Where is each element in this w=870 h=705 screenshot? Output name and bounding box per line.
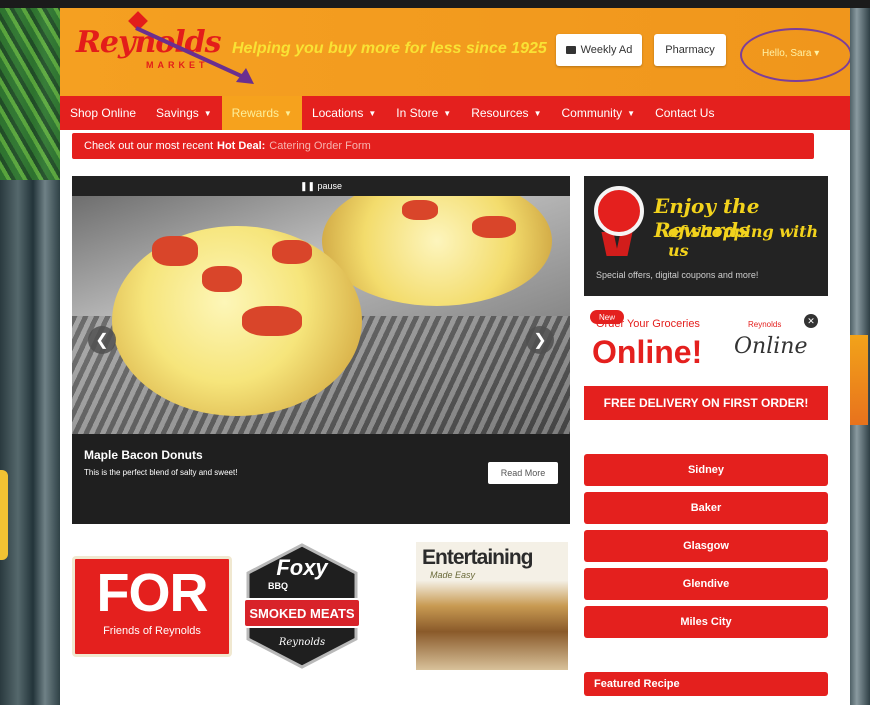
foxy-title: Foxy	[276, 555, 329, 580]
hot-deal-link[interactable]: Catering Order Form	[269, 140, 370, 152]
nav-label: Locations	[311, 106, 364, 120]
account-greeting-menu[interactable]: Hello, Sara ▾	[762, 48, 819, 59]
caret-down-icon: ▼	[627, 108, 636, 118]
foxy-brand: Reynolds	[278, 637, 325, 648]
caret-down-icon: ▼	[203, 108, 212, 118]
frame-top-border	[0, 0, 870, 8]
nav-label: Rewards	[231, 106, 280, 120]
award-ribbon-icon	[594, 186, 644, 236]
caret-down-icon: ▼	[284, 108, 292, 118]
nav-in-store[interactable]: In Store ▼	[386, 96, 461, 130]
rewards-banner[interactable]: Enjoy the Rewards of shopping with us Sp…	[584, 176, 828, 296]
slider-caption: Maple Bacon Donuts This is the perfect b…	[72, 434, 570, 524]
bacon-topping	[472, 216, 516, 238]
nav-resources[interactable]: Resources ▼	[461, 96, 551, 130]
pharmacy-label: Pharmacy	[665, 44, 715, 56]
site-header: Reynolds MARKET Helping you buy more for…	[60, 8, 850, 96]
weekly-ad-label: Weekly Ad	[580, 44, 633, 56]
nav-rewards[interactable]: Rewards ▼	[221, 96, 302, 130]
foxy-subtitle: SMOKED MEATS	[249, 606, 355, 621]
caret-down-icon: ▼	[533, 108, 542, 118]
rewards-subheadline: of shopping with us	[668, 222, 819, 260]
online-brand-mini: Reynolds	[748, 320, 782, 329]
page: Reynolds MARKET Helping you buy more for…	[60, 8, 850, 705]
hot-deal-prefix: Check out our most recent	[84, 140, 214, 152]
tagline: Helping you buy more for less since 1925	[232, 40, 547, 57]
store-button-miles-city[interactable]: Miles City	[584, 606, 828, 638]
friends-of-reynolds-promo[interactable]: FOR Friends of Reynolds	[72, 556, 232, 657]
nav-label: In Store	[396, 106, 439, 120]
bacon-topping	[402, 200, 438, 220]
background-right-decor	[848, 0, 870, 705]
featured-recipe-header[interactable]: Featured Recipe	[584, 672, 828, 696]
nav-shop-online[interactable]: Shop Online	[60, 96, 146, 130]
bacon-topping	[202, 266, 242, 292]
nav-label: Contact Us	[655, 106, 715, 120]
slide-title: Maple Bacon Donuts	[84, 448, 203, 462]
entertaining-title: Entertaining	[422, 546, 534, 569]
slider-image: ❮ ❯	[72, 196, 570, 434]
nav-savings[interactable]: Savings ▼	[146, 96, 222, 130]
nav-label: Resources	[471, 106, 529, 120]
slider-pause-button[interactable]: ❚❚ pause	[72, 176, 570, 196]
entertaining-subtitle: Made Easy	[430, 570, 476, 580]
online-script-logo: Online	[734, 334, 808, 359]
nav-locations[interactable]: Locations ▼	[302, 96, 386, 130]
main-nav: Shop Online Savings ▼ Rewards ▼ Location…	[60, 96, 850, 130]
nav-label: Community	[561, 106, 623, 120]
read-more-button[interactable]: Read More	[488, 462, 558, 484]
nav-label: Shop Online	[70, 106, 137, 120]
entertaining-promo[interactable]: Entertaining Made Easy	[416, 542, 568, 670]
donut-image	[112, 226, 362, 416]
free-delivery-banner[interactable]: FREE DELIVERY ON FIRST ORDER!	[584, 386, 828, 420]
slider-next-icon[interactable]: ❯	[526, 326, 554, 354]
close-icon[interactable]: ✕	[804, 314, 818, 328]
nav-label: Savings	[156, 106, 199, 120]
hot-deal-banner: Check out our most recent Hot Deal: Cate…	[72, 133, 814, 159]
store-button-sidney[interactable]: Sidney	[584, 454, 828, 486]
weekly-ad-button[interactable]: Weekly Ad	[556, 34, 642, 66]
online-ordering-banner[interactable]: New Order Your Groceries Online! Reynold…	[584, 304, 828, 392]
online-headline: Online!	[592, 334, 703, 370]
bacon-topping	[152, 236, 198, 266]
for-logo-text: FOR	[96, 563, 209, 623]
slide-description: This is the perfect blend of salty and s…	[84, 468, 238, 477]
nav-community[interactable]: Community ▼	[551, 96, 645, 130]
for-subtitle: Friends of Reynolds	[103, 625, 201, 637]
hot-deal-label: Hot Deal:	[217, 140, 266, 152]
caret-down-icon: ▼	[368, 108, 377, 118]
bacon-topping	[242, 306, 302, 336]
foxy-smoked-meats-promo[interactable]: Foxy BBQ SMOKED MEATS Reynolds	[242, 543, 362, 669]
store-button-baker[interactable]: Baker	[584, 492, 828, 524]
caret-down-icon: ▼	[443, 108, 452, 118]
bacon-topping	[272, 240, 312, 264]
background-left-decor	[0, 0, 60, 705]
order-groceries-text: Order Your Groceries	[596, 318, 700, 330]
store-button-glasgow[interactable]: Glasgow	[584, 530, 828, 562]
pharmacy-button[interactable]: Pharmacy	[654, 34, 726, 66]
cart-icon	[565, 46, 576, 54]
nav-contact-us[interactable]: Contact Us	[645, 96, 724, 130]
slider-prev-icon[interactable]: ❮	[88, 326, 116, 354]
rewards-note: Special offers, digital coupons and more…	[596, 270, 759, 280]
foxy-bbq: BBQ	[268, 581, 288, 591]
store-button-glendive[interactable]: Glendive	[584, 568, 828, 600]
